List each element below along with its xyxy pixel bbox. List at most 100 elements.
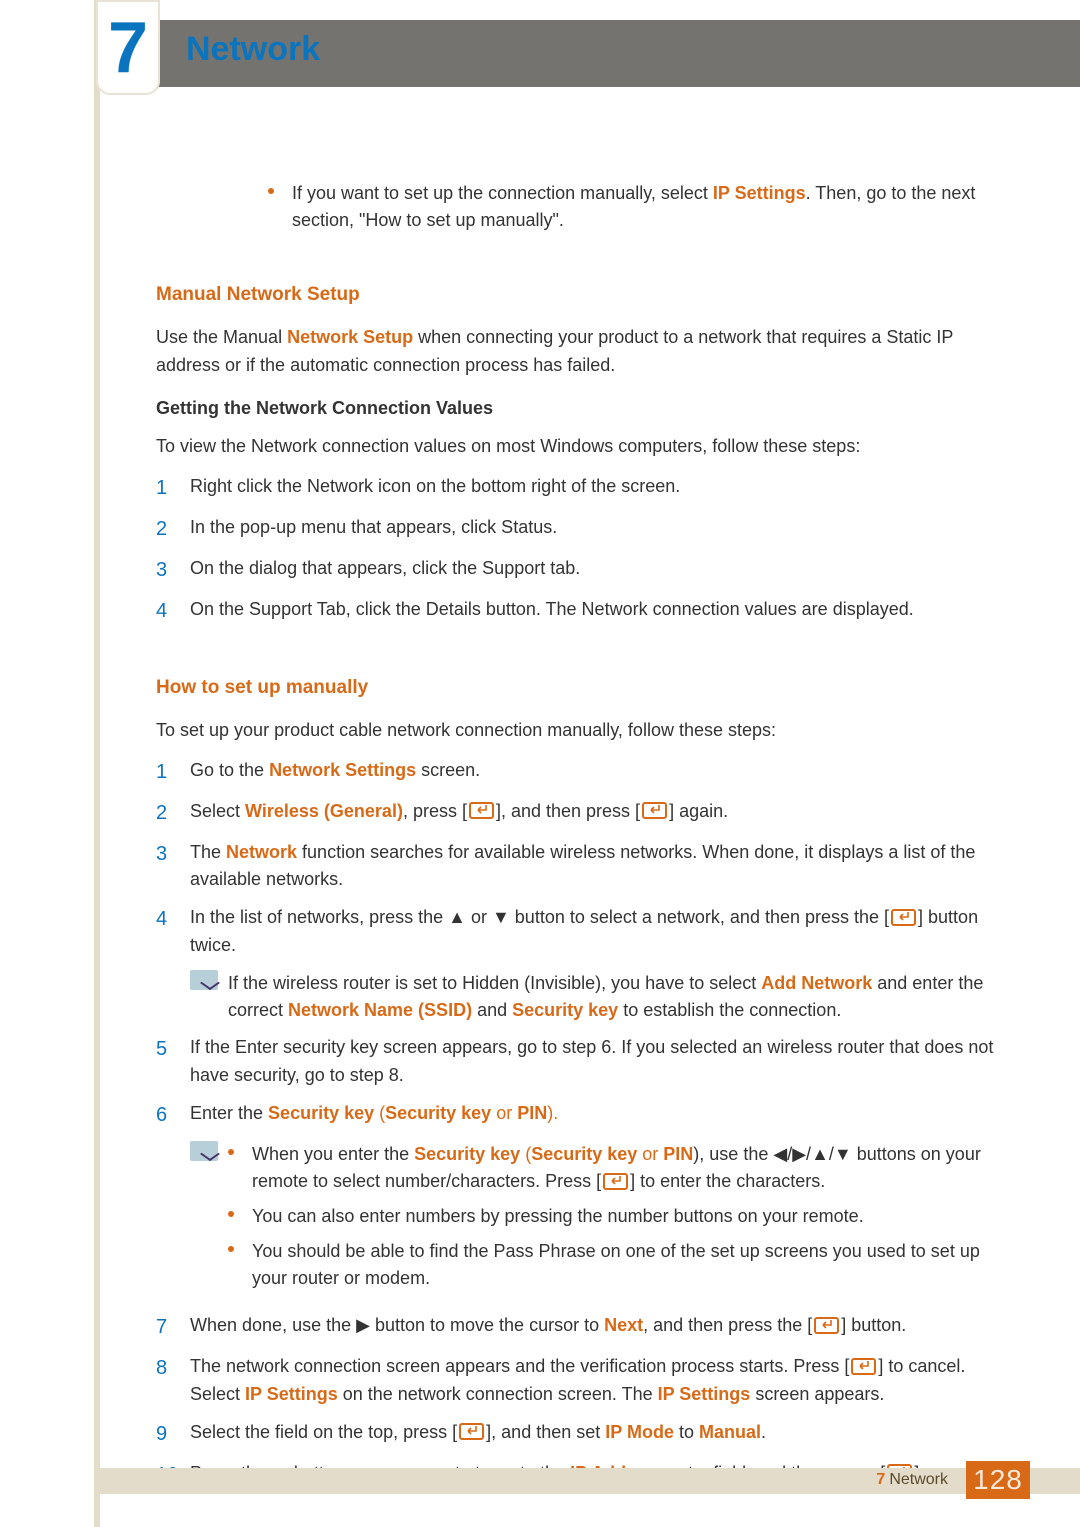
section1-para: Use the Manual Network Setup when connec… [156, 324, 996, 380]
enter-icon [814, 1317, 839, 1334]
list-item: 3On the dialog that appears, click the S… [156, 555, 996, 586]
list-item: 4On the Support Tab, click the Details b… [156, 596, 996, 627]
intro-bullet-text: If you want to set up the connection man… [292, 180, 996, 234]
step-number: 5 [156, 1034, 190, 1090]
text: Use the Manual [156, 327, 287, 347]
highlight: PIN [517, 1103, 547, 1123]
page-content: If you want to set up the connection man… [156, 180, 996, 1501]
text: Select [190, 801, 245, 821]
text: to [674, 1422, 699, 1442]
text: If you want to set up the connection man… [292, 183, 713, 203]
down-arrow-icon: ▼ [492, 907, 510, 927]
text: In the list of networks, press the [190, 907, 448, 927]
highlight: IP Settings [713, 183, 806, 203]
text: , press [ [403, 801, 467, 821]
text: ). [547, 1103, 558, 1123]
text: button to move the cursor to [370, 1315, 604, 1335]
highlight: Manual [699, 1422, 761, 1442]
down-arrow-icon: ▼ [834, 1144, 852, 1164]
chapter-number: 7 [108, 12, 148, 84]
highlight: Security key [268, 1103, 374, 1123]
step-number: 3 [156, 839, 190, 895]
text: Enter the [190, 1103, 268, 1123]
text: ], and then press [ [496, 801, 640, 821]
highlight: Add Network [761, 973, 872, 993]
step-text: Go to the Network Settings screen. [190, 757, 996, 788]
section-heading-manual: Manual Network Setup [156, 284, 996, 306]
up-arrow-icon: ▲ [448, 907, 466, 927]
note-icon [190, 1141, 218, 1161]
highlight: Network [226, 842, 297, 862]
step-text: Select Wireless (General), press [ ], and… [190, 798, 996, 829]
step-number: 2 [156, 798, 190, 829]
text: , and then press the [ [643, 1315, 812, 1335]
list-item: 6 Enter the Security key (Security key o… [156, 1100, 996, 1131]
highlight: Network Setup [287, 327, 413, 347]
text: The [190, 842, 226, 862]
step-text: On the Support Tab, click the Details bu… [190, 596, 996, 627]
text: button to select a network, and then pre… [510, 907, 889, 927]
step-number: 7 [156, 1312, 190, 1343]
step-text: When done, use the ▶ button to move the … [190, 1312, 996, 1343]
note-bullet-text: You can also enter numbers by pressing t… [252, 1203, 996, 1230]
text: When done, use the [190, 1315, 356, 1335]
note-bullet: You should be able to find the Pass Phra… [228, 1238, 996, 1292]
step-number: 1 [156, 757, 190, 788]
step-text: In the list of networks, press the ▲ or … [190, 904, 996, 960]
text: and [472, 1000, 512, 1020]
text: If the wireless router is set to Hidden … [228, 973, 761, 993]
highlight: Next [604, 1315, 643, 1335]
list-item: 4 In the list of networks, press the ▲ o… [156, 904, 996, 960]
text: ), use the [693, 1144, 773, 1164]
bullet-dot-icon [268, 188, 274, 194]
enter-icon [459, 1423, 484, 1440]
list-item: 2 Select Wireless (General), press [ ], a… [156, 798, 996, 829]
step-text: Select the field on the top, press [], a… [190, 1419, 996, 1450]
text: on the network connection screen. The [338, 1384, 658, 1404]
step-number: 8 [156, 1353, 190, 1409]
note-icon [190, 970, 218, 990]
bullet-dot-icon [228, 1246, 234, 1252]
highlight: Security key [414, 1144, 520, 1164]
list-item: 8 The network connection screen appears … [156, 1353, 996, 1409]
highlight: Wireless (General) [245, 801, 403, 821]
note-text: If the wireless router is set to Hidden … [228, 970, 996, 1024]
text: or [466, 907, 492, 927]
bullet-dot-icon [228, 1211, 234, 1217]
section2-intro: To set up your product cable network con… [156, 717, 996, 745]
step-number: 6 [156, 1100, 190, 1131]
text: When you enter the [252, 1144, 414, 1164]
step-number: 9 [156, 1419, 190, 1450]
text: . [761, 1422, 766, 1442]
text: or [491, 1103, 517, 1123]
right-arrow-icon: ▶ [356, 1315, 370, 1335]
text: ] to enter the characters. [630, 1171, 825, 1191]
text: function searches for available wireless… [190, 842, 975, 890]
list-item: 3 The Network function searches for avai… [156, 839, 996, 895]
step-number: 4 [156, 904, 190, 960]
list-item: 1 Go to the Network Settings screen. [156, 757, 996, 788]
step-number: 4 [156, 596, 190, 627]
note-bullet-text: When you enter the Security key (Securit… [252, 1141, 996, 1195]
intro-bullet: If you want to set up the connection man… [156, 180, 996, 234]
list-item: 9 Select the field on the top, press [],… [156, 1419, 996, 1450]
highlight: IP Mode [605, 1422, 674, 1442]
section-heading-howto: How to set up manually [156, 677, 996, 699]
enter-icon [891, 909, 916, 926]
footer-chapter-title: Network [889, 1471, 948, 1488]
left-margin-bar [94, 0, 100, 1527]
list-item: 7 When done, use the ▶ button to move th… [156, 1312, 996, 1343]
step-text: On the dialog that appears, click the Su… [190, 555, 996, 586]
list-item: 1Right click the Network icon on the bot… [156, 473, 996, 504]
list-item: 5 If the Enter security key screen appea… [156, 1034, 996, 1090]
note-row: If the wireless router is set to Hidden … [190, 970, 996, 1024]
chapter-title: Network [186, 30, 320, 69]
highlight: Network Name (SSID) [288, 1000, 472, 1020]
footer-label: 7Network [876, 1471, 948, 1489]
bullet-dot-icon [228, 1149, 234, 1155]
text: ] again. [669, 801, 728, 821]
highlight: IP Settings [658, 1384, 751, 1404]
text: to establish the connection. [618, 1000, 841, 1020]
text: screen appears. [750, 1384, 884, 1404]
highlight: Network Settings [269, 760, 416, 780]
